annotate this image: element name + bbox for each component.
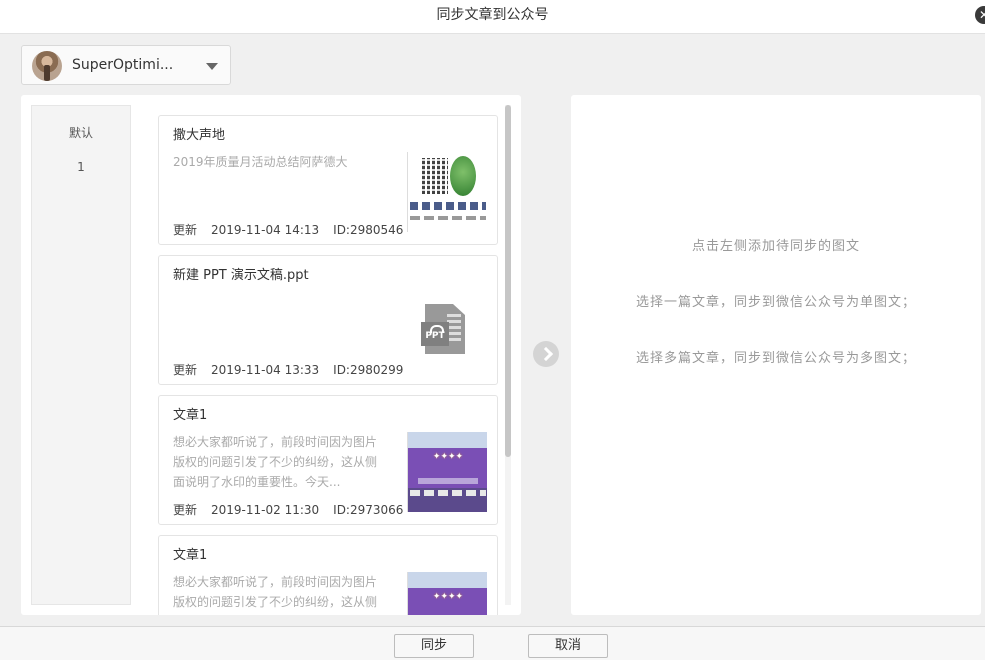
thumb-bar — [418, 478, 478, 484]
category-count: 1 — [77, 160, 85, 174]
thumb-button-row — [410, 490, 486, 496]
updated-time: 2019-11-04 14:13 — [211, 223, 320, 237]
sync-button[interactable]: 同步 — [394, 634, 474, 658]
article-summary: 2019年质量月活动总结阿萨德大 — [173, 155, 348, 169]
updated-label: 更新 — [173, 363, 198, 377]
article-title: 新建 PPT 演示文稿.ppt — [173, 268, 309, 283]
account-selector[interactable]: SuperOptimi... — [21, 45, 231, 85]
updated-label: 更新 — [173, 503, 198, 517]
account-name: SuperOptimi... — [72, 57, 174, 73]
article-id: ID:2980546 — [333, 223, 404, 237]
article-card[interactable]: 撒大声地 2019年质量月活动总结阿萨德大 更新 2019-11-04 14:13… — [158, 115, 498, 245]
article-card[interactable]: 文章1 想必大家都听说了，前段时间因为图片版权的问题引发了不少的纠纷，这从侧面说… — [158, 395, 498, 525]
article-thumbnail: ✦✦✦✦ — [407, 572, 487, 615]
chevron-right-icon[interactable] — [533, 341, 559, 367]
qr-code-icon — [422, 158, 448, 194]
ppt-file-icon: PPT — [407, 292, 487, 372]
sync-target-panel: 点击左侧添加待同步的图文 选择一篇文章，同步到微信公众号为单图文； 选择多篇文章… — [571, 95, 981, 615]
banner-graphic: ✦✦✦✦ — [432, 592, 464, 602]
cancel-button[interactable]: 取消 — [528, 634, 608, 658]
article-summary: 想必大家都听说了，前段时间因为图片版权的问题引发了不少的纠纷，这从侧面说明了水印… — [173, 575, 378, 609]
article-meta: 更新 2019-11-04 14:13 ID:2980546 — [173, 221, 417, 238]
article-list: 撒大声地 2019年质量月活动总结阿萨德大 更新 2019-11-04 14:13… — [158, 115, 498, 615]
category-list: 默认 1 — [31, 105, 131, 605]
dialog-titlebar: 同步文章到公众号 ✕ — [0, 0, 985, 34]
chevron-down-icon — [206, 63, 218, 70]
article-id: ID:2980299 — [333, 363, 404, 377]
article-thumbnail — [407, 152, 487, 232]
article-title: 撒大声地 — [173, 128, 226, 143]
article-source-panel: 默认 1 撒大声地 2019年质量月活动总结阿萨德大 更新 2019-11-04 … — [21, 95, 521, 615]
scrollbar-thumb[interactable] — [505, 105, 511, 457]
article-meta: 更新 2019-11-02 11:30 ID:2973066 — [173, 501, 417, 518]
article-thumbnail: ✦✦✦✦ — [407, 432, 487, 512]
updated-time: 2019-11-04 13:33 — [211, 363, 320, 377]
article-card[interactable]: 新建 PPT 演示文稿.ppt PPT 更新 2019-11-04 13:33 ID… — [158, 255, 498, 385]
article-id: ID:2973066 — [333, 503, 404, 517]
updated-time: 2019-11-02 11:30 — [211, 503, 320, 517]
article-title: 文章1 — [173, 548, 208, 563]
article-summary: 想必大家都听说了，前段时间因为图片版权的问题引发了不少的纠纷，这从侧面说明了水印… — [173, 435, 378, 489]
ppt-tag-icon: PPT — [421, 322, 449, 346]
thumb-button-row — [410, 202, 486, 210]
leaf-image — [450, 156, 476, 196]
category-item-default[interactable]: 默认 — [32, 124, 130, 141]
dialog-title: 同步文章到公众号 — [436, 7, 549, 23]
hint-multi: 选择多篇文章，同步到微信公众号为多图文； — [635, 351, 916, 366]
banner-graphic: ✦✦✦✦ — [432, 452, 464, 462]
hint-add: 点击左侧添加待同步的图文 — [691, 239, 860, 254]
hint-single: 选择一篇文章，同步到微信公众号为单图文； — [635, 295, 916, 310]
avatar — [32, 51, 62, 81]
updated-label: 更新 — [173, 223, 198, 237]
article-meta: 更新 2019-11-04 13:33 ID:2980299 — [173, 361, 417, 378]
article-card[interactable]: 文章1 想必大家都听说了，前段时间因为图片版权的问题引发了不少的纠纷，这从侧面说… — [158, 535, 498, 615]
article-title: 文章1 — [173, 408, 208, 423]
dialog-footer: 同步 取消 — [0, 626, 985, 660]
thumb-footer-line — [410, 216, 486, 220]
